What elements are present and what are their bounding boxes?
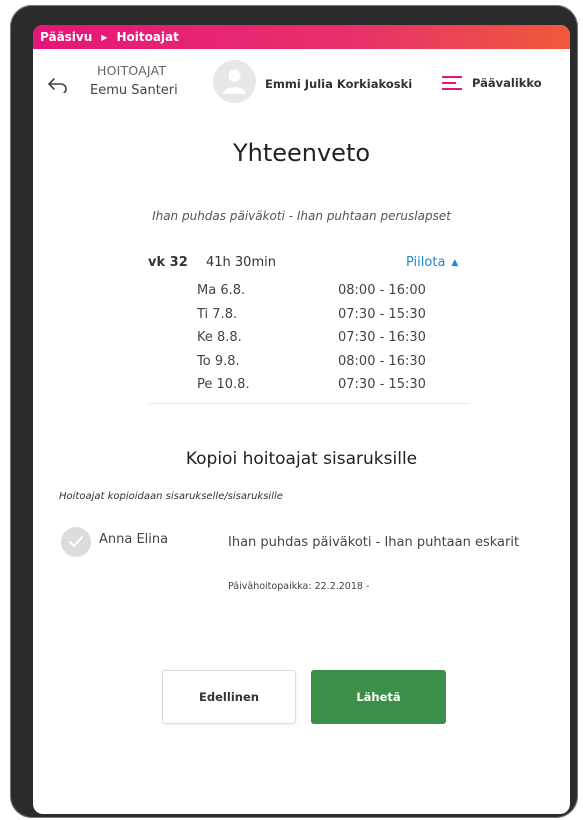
checkmark-icon (69, 536, 83, 547)
breadcrumb: Pääsivu ▶ Hoitoajat (33, 25, 570, 49)
avatar (213, 60, 256, 103)
day-row: Pe 10.8. 07:30 - 15:30 (197, 377, 477, 401)
main-menu-button[interactable]: Päävalikko (442, 69, 564, 97)
day-label: Ke 8.8. (197, 330, 242, 345)
day-time: 07:30 - 16:30 (338, 330, 426, 345)
app-screen: Pääsivu ▶ Hoitoajat HOITOAJAT Eemu Sante… (33, 25, 570, 814)
user-name: Emmi Julia Korkiakoski (265, 77, 413, 91)
sibling-select-checkbox[interactable] (61, 527, 91, 557)
main-menu-label: Päävalikko (472, 76, 542, 90)
day-time: 07:30 - 15:30 (338, 306, 426, 322)
week-total-hours: 41h 30min (206, 255, 276, 270)
day-time: 08:00 - 16:30 (338, 353, 426, 369)
day-row: Ma 6.8. 08:00 - 16:00 (197, 283, 477, 307)
week-number: vk 32 (148, 255, 188, 270)
caret-up-icon: ▲ (451, 258, 459, 268)
day-row: Ti 7.8. 07:30 - 15:30 (197, 307, 477, 331)
user-icon (223, 69, 246, 94)
breadcrumb-current: Hoitoajat (116, 30, 179, 44)
unit-name: Ihan puhdas päiväkoti - Ihan puhtaan per… (152, 209, 451, 223)
device-frame: Pääsivu ▶ Hoitoajat HOITOAJAT Eemu Sante… (10, 5, 578, 818)
hide-details-label: Piilota (406, 255, 446, 270)
page-header: HOITOAJAT Eemu Santeri Emmi Julia Korkia… (33, 49, 570, 109)
section-divider (150, 403, 468, 404)
child-name: Eemu Santeri (90, 83, 178, 98)
sibling-placement: Päivähoitopaikka: 22.2.2018 - (228, 581, 370, 592)
page-title: Yhteenveto (232, 139, 371, 167)
sibling-name: Anna Elina (99, 532, 169, 547)
copy-section-title: Kopioi hoitoajat sisaruksille (185, 449, 418, 469)
hamburger-menu-icon (442, 76, 462, 90)
previous-button[interactable]: Edellinen (162, 670, 296, 724)
day-label: Pe 10.8. (197, 377, 250, 392)
breadcrumb-home-link[interactable]: Pääsivu (40, 30, 92, 44)
day-label: Ti 7.8. (197, 306, 238, 322)
day-time: 07:30 - 15:30 (338, 377, 426, 392)
day-label: To 9.8. (197, 353, 240, 369)
day-list: Ma 6.8. 08:00 - 16:00 Ti 7.8. 07:30 - 15… (197, 283, 477, 401)
breadcrumb-separator-icon: ▶ (101, 32, 108, 42)
back-arrow-icon[interactable] (47, 77, 69, 93)
day-label: Ma 6.8. (197, 283, 246, 298)
sibling-unit: Ihan puhdas päiväkoti - Ihan puhtaan esk… (228, 535, 520, 550)
day-time: 08:00 - 16:00 (338, 283, 426, 298)
section-label: HOITOAJAT (97, 63, 167, 78)
week-summary: vk 32 41h 30min Piilota ▲ (148, 255, 468, 275)
send-button[interactable]: Lähetä (311, 670, 446, 724)
day-row: To 9.8. 08:00 - 16:30 (197, 354, 477, 378)
day-row: Ke 8.8. 07:30 - 16:30 (197, 330, 477, 354)
copy-note: Hoitoajat kopioidaan sisarukselle/sisaru… (59, 491, 283, 502)
hide-details-toggle[interactable]: Piilota ▲ (406, 255, 458, 270)
